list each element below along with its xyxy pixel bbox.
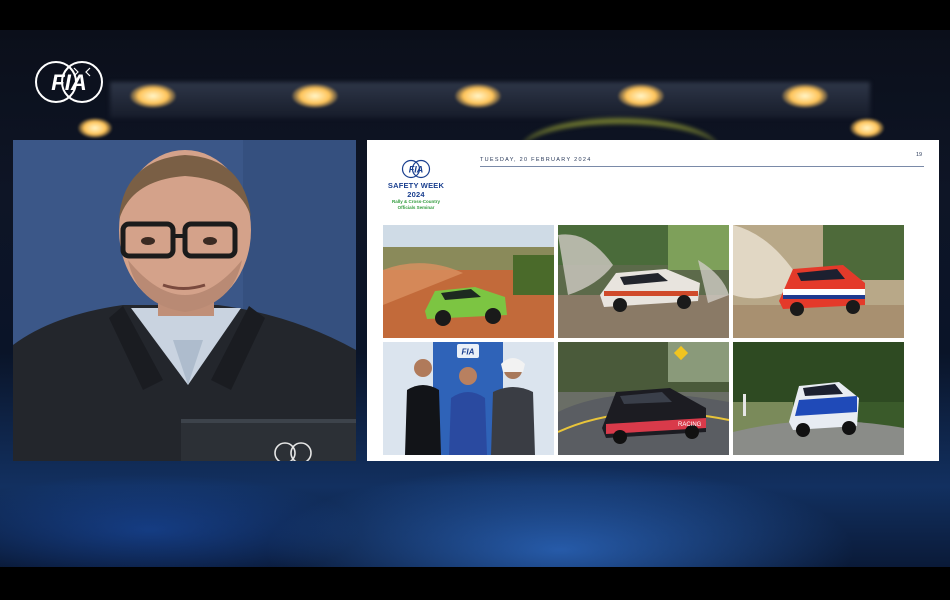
slide-page-number: 19: [916, 152, 923, 158]
stage-light: [782, 84, 828, 108]
presenter-camera-feed: [13, 140, 356, 461]
stage-light: [618, 84, 664, 108]
stage-light: [850, 118, 884, 138]
stage-light: [130, 84, 176, 108]
tarmac-black-rally-car-photo: RACING: [558, 342, 729, 455]
slide-header-rule: [480, 166, 924, 167]
green-rally-car-photo: [383, 225, 554, 338]
fia-logo-text: FIA: [51, 70, 86, 95]
slide-event-subtitle-2: Officials Seminar: [397, 205, 435, 210]
stage-light: [78, 118, 112, 138]
presentation-slide: FIA SAFETY WEEK 2024 Rally & Cross-Count…: [367, 140, 939, 461]
stage-light: [455, 84, 501, 108]
slide-date: TUESDAY, 20 FEBRUARY 2024: [480, 157, 592, 163]
letterbox-top: [0, 0, 950, 30]
award-group-photo: FIA: [383, 342, 554, 455]
slide-fia-badge-icon: FIA: [401, 159, 431, 179]
stage-light: [292, 84, 338, 108]
slide-event-title: SAFETY WEEK 2024: [387, 181, 445, 199]
people-group-icon: [405, 358, 535, 455]
letterbox-bottom: [0, 567, 950, 600]
fia-logo: FIA: [34, 58, 106, 106]
forest-blue-rally-car-photo: [733, 342, 904, 455]
slide-event-logo: FIA SAFETY WEEK 2024 Rally & Cross-Count…: [379, 159, 453, 211]
car-plate-text: RACING: [678, 422, 702, 428]
photo-fia-badge-text: FIA: [462, 348, 475, 357]
svg-text:FIA: FIA: [409, 165, 424, 175]
dusty-red-rally-car-photo: [733, 225, 904, 338]
gravel-splash-rally-car-photo: [558, 225, 729, 338]
